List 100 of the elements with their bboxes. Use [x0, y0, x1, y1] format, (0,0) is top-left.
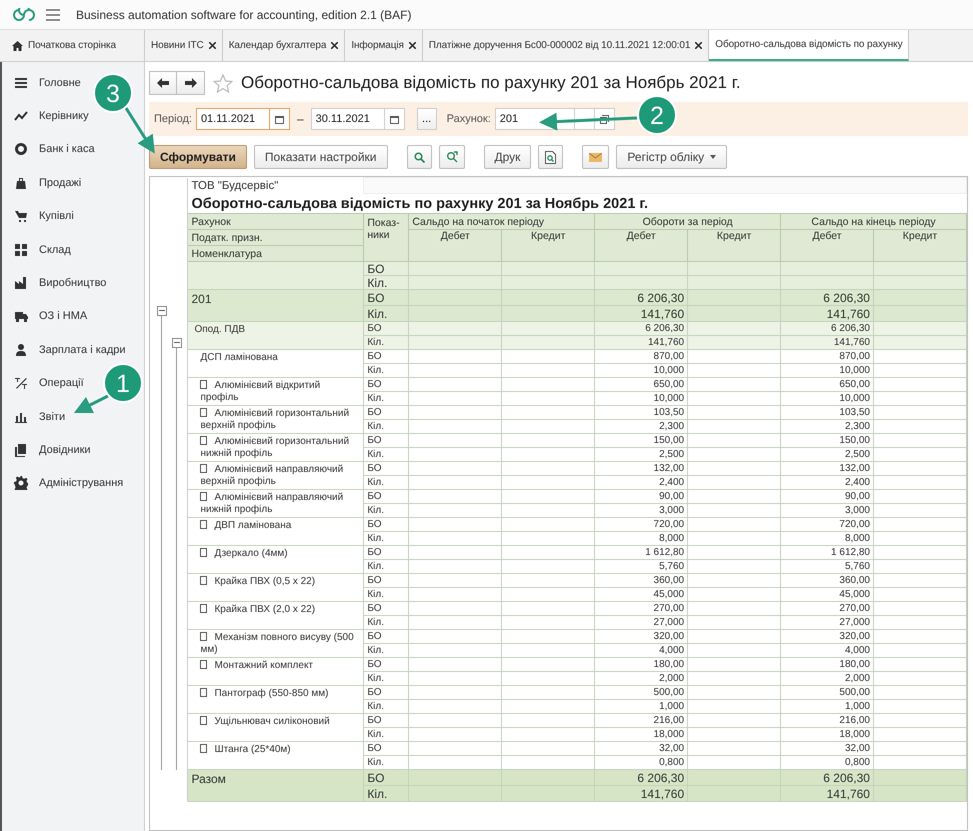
- amount-cell: 180,00: [594, 658, 688, 672]
- square-glyph-icon: [200, 660, 208, 669]
- collapse-toggle[interactable]: [156, 306, 166, 316]
- row-name-cell: Опод. ПДВ: [188, 322, 364, 350]
- calendar-button[interactable]: [384, 108, 405, 130]
- amount-cell: 2,400: [780, 476, 874, 490]
- amount-cell: 1 612,80: [780, 546, 874, 560]
- tab[interactable]: Новини ІТС: [145, 30, 223, 61]
- toolbar-button[interactable]: Показати настройки: [254, 145, 388, 169]
- logo-icon: [12, 8, 36, 22]
- indicator-cell: БО: [364, 434, 409, 448]
- amount-cell: 4,000: [780, 644, 874, 658]
- amount-cell: 2,400: [594, 476, 688, 490]
- row-name-cell: 201: [188, 290, 364, 322]
- range-separator: –: [296, 112, 304, 126]
- toolbar-button[interactable]: Друк: [484, 145, 532, 169]
- indicator-cell: Кіл.: [364, 336, 409, 350]
- row-name-cell: Алюмінієвий направляючий нижній профіль: [188, 490, 364, 518]
- indicator-cell: БО: [364, 350, 409, 364]
- amount-cell: 27,000: [594, 616, 688, 630]
- amount-cell: 360,00: [780, 574, 874, 588]
- close-icon[interactable]: [208, 42, 216, 49]
- amount-cell: 141,760: [780, 306, 874, 322]
- sidebar-item[interactable]: Керівнику: [2, 99, 91, 133]
- date-field[interactable]: 01.11.2021: [196, 108, 270, 130]
- forward-button[interactable]: [177, 71, 205, 95]
- sidebar-item[interactable]: Довідники: [2, 433, 93, 467]
- sidebar-item[interactable]: Продажі: [2, 166, 84, 200]
- back-button[interactable]: [149, 71, 177, 95]
- sidebar-item[interactable]: Операції: [2, 366, 86, 400]
- amount-cell: 6 206,30: [594, 290, 688, 306]
- date-field[interactable]: 30.11.2021: [310, 108, 385, 130]
- search-reset-button[interactable]: [438, 145, 464, 169]
- tab[interactable]: Початкова сторінка: [0, 30, 145, 61]
- collapse-toggle[interactable]: [172, 338, 182, 348]
- email-button[interactable]: [582, 145, 610, 169]
- register-dropdown[interactable]: Регістр обліку: [616, 145, 728, 169]
- indicator-cell: Кіл.: [364, 504, 409, 518]
- row-name-cell: Алюмінієвий направляючий верхній профіль: [188, 462, 364, 490]
- step-badge: 3: [93, 73, 133, 113]
- amount-cell: 10,000: [594, 392, 688, 406]
- menu-icon[interactable]: [46, 8, 60, 20]
- amount-cell: 270,00: [594, 602, 688, 616]
- tab[interactable]: Календар бухгалтера: [222, 30, 346, 61]
- preview-button[interactable]: [538, 145, 564, 169]
- close-icon[interactable]: [331, 42, 338, 49]
- sidebar-item[interactable]: Виробництво: [2, 266, 108, 300]
- column-header: Сальдо на кінець періоду: [780, 214, 966, 230]
- form-title: Оборотно-сальдова відомість по рахунку 201 за Ноябрь 2021 г.: [241, 73, 741, 93]
- indicator-cell: Кіл.: [364, 672, 409, 686]
- square-glyph-icon: [200, 380, 208, 389]
- left-arrow-icon: [157, 78, 169, 88]
- tab[interactable]: Оборотно-сальдова відомість по рахунку: [709, 30, 910, 61]
- indicator-cell: БО: [364, 322, 409, 336]
- row-name-cell: Крайка ПВХ (0,5 х 22): [188, 574, 364, 602]
- field-label: Період:: [154, 113, 192, 125]
- column-header: Номенклатура: [188, 246, 364, 262]
- indicator-cell: Кіл.: [364, 588, 409, 602]
- indicator-cell: БО: [364, 378, 409, 392]
- sidebar-item[interactable]: Головне: [2, 66, 83, 100]
- sidebar-item[interactable]: Звіти: [2, 400, 68, 434]
- row-name-cell: ДВП ламінована: [188, 518, 364, 546]
- amount-cell: 141,760: [594, 336, 688, 350]
- indicator-cell: Кіл.: [364, 644, 409, 658]
- sidebar-item[interactable]: Банк і каса: [2, 132, 97, 166]
- truck-icon: [14, 309, 28, 324]
- amount-cell: 1,000: [780, 700, 874, 714]
- sidebar-item[interactable]: Адміністрування: [2, 466, 126, 500]
- close-icon[interactable]: [408, 42, 416, 49]
- sidebar-item[interactable]: ОЗ і НМА: [2, 300, 90, 334]
- square-glyph-icon: [200, 688, 208, 697]
- calendar-button[interactable]: [270, 108, 290, 130]
- sidebar-item[interactable]: Склад: [2, 232, 73, 266]
- square-glyph-icon: [200, 464, 208, 473]
- amount-cell: 10,000: [780, 364, 874, 378]
- amount-cell: 500,00: [780, 686, 874, 700]
- close-icon[interactable]: [695, 42, 702, 49]
- star-icon[interactable]: [213, 74, 233, 92]
- amount-cell: 2,000: [780, 672, 874, 686]
- indicator-cell: БО: [364, 602, 409, 616]
- tab[interactable]: Інформація: [345, 30, 423, 61]
- indicator-cell: БО: [364, 770, 409, 786]
- indicator-cell: БО: [364, 630, 409, 644]
- amount-cell: 141,760: [780, 786, 874, 802]
- ledger-icon: [14, 376, 28, 390]
- amount-cell: 32,00: [780, 742, 874, 756]
- indicator-cell: БО: [364, 714, 409, 728]
- amount-cell: 4,000: [594, 644, 688, 658]
- amount-cell: 32,00: [594, 742, 688, 756]
- amount-cell: 650,00: [594, 378, 688, 392]
- amount-cell: 360,00: [594, 574, 688, 588]
- square-glyph-icon: [200, 632, 208, 641]
- grid-icon: [14, 242, 28, 257]
- generate-button[interactable]: Сформувати: [149, 145, 247, 169]
- indicator-cell: БО: [364, 406, 409, 420]
- amount-cell: 6 206,30: [594, 770, 688, 786]
- sidebar-item[interactable]: Купівлі: [2, 200, 76, 233]
- search-button[interactable]: [406, 145, 432, 169]
- amount-cell: 103,50: [780, 406, 874, 420]
- period-button[interactable]: ...: [416, 108, 437, 130]
